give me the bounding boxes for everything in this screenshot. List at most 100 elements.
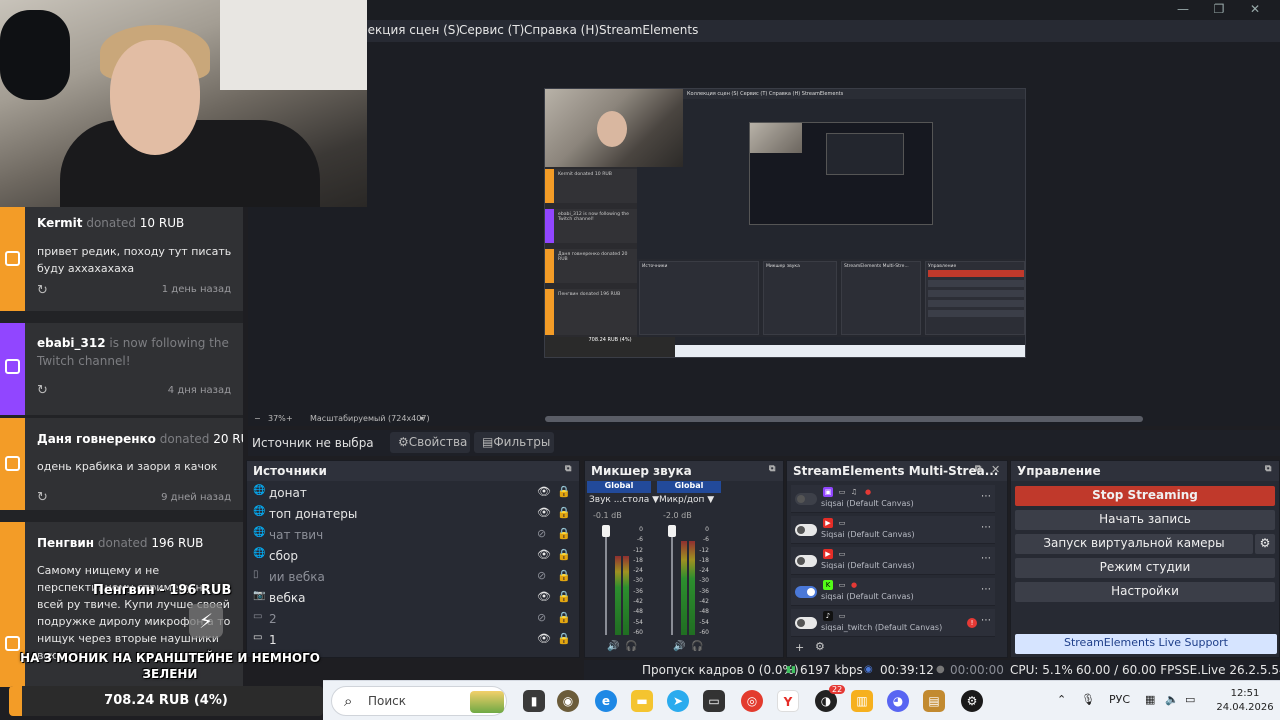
lock-icon[interactable]: 🔒 [557, 548, 571, 561]
preview-scrollbar[interactable] [545, 416, 1143, 422]
se-stream-target: ▣ ▭ ♫ ● siqsai (Default Canvas) ⋯ [791, 485, 995, 513]
bitrate: 6197 kbps [800, 663, 863, 677]
add-icon[interactable]: + [795, 641, 804, 654]
target-toggle[interactable] [795, 586, 817, 598]
chrome-icon[interactable]: ◎ [741, 690, 763, 712]
source-item[interactable]: 🌐 донат 👁 🔒 [251, 483, 577, 504]
steam-icon[interactable]: ⚙ [961, 690, 983, 712]
file-explorer-icon[interactable]: ▬ [631, 690, 653, 712]
lock-icon[interactable]: 🔒 [557, 485, 571, 498]
edge-icon[interactable]: e [595, 690, 617, 712]
app-icon[interactable]: ▥ [851, 690, 873, 712]
speaker-icon[interactable]: 🔊 [607, 641, 619, 652]
app-icon[interactable]: ◉ [557, 690, 579, 712]
eye-icon[interactable]: 👁 [537, 548, 551, 561]
more-icon[interactable]: ⋯ [981, 522, 991, 533]
headphones-icon[interactable]: 🎧 [625, 641, 637, 652]
volume-fader[interactable] [605, 525, 607, 635]
lock-icon[interactable]: 🔒 [557, 527, 571, 540]
chevron-down-icon[interactable]: ▾ [420, 414, 424, 423]
replay-icon[interactable]: ↻ [37, 283, 48, 298]
volume-icon[interactable]: 🔈 [1165, 693, 1179, 706]
target-toggle[interactable] [795, 555, 817, 567]
menu-help[interactable]: Справка (H) [524, 23, 599, 37]
language-indicator[interactable]: РУС [1109, 693, 1130, 706]
virtual-camera-button[interactable]: Запуск виртуальной камеры [1015, 534, 1253, 554]
lock-icon[interactable]: 🔒 [557, 590, 571, 603]
target-toggle[interactable] [795, 524, 817, 536]
volume-fader-knob[interactable] [602, 525, 610, 537]
target-toggle[interactable] [795, 493, 817, 505]
chevron-up-icon[interactable]: ⌃ [1057, 693, 1066, 706]
dropped-frames: Пропуск кадров 0 (0.0%) [642, 663, 799, 677]
source-item[interactable]: ▭ 2 ⊘ 🔒 [251, 609, 577, 630]
discord-icon[interactable]: ◕ [887, 690, 909, 712]
maximize-icon[interactable]: ❐ [1204, 2, 1234, 16]
eye-hidden-icon[interactable]: ⊘ [537, 527, 546, 540]
replay-icon[interactable]: ↻ [37, 383, 48, 398]
zoom-out-icon[interactable]: − [254, 414, 261, 423]
eye-icon[interactable]: 👁 [537, 485, 551, 498]
scale-mode[interactable]: Масштабируемый (724x407) [310, 414, 430, 423]
dock-float-icon[interactable]: ⧉ [1265, 464, 1271, 474]
donationalerts-icon [5, 456, 20, 471]
filters-button[interactable]: ▤Фильтры [474, 432, 554, 453]
virtual-camera-settings[interactable]: ⚙ [1255, 534, 1275, 554]
se-live-support-button[interactable]: StreamElements Live Support [1015, 634, 1277, 654]
lock-icon[interactable]: 🔒 [557, 632, 571, 645]
battery-icon[interactable]: ▭ [1185, 693, 1195, 706]
lock-icon[interactable]: 🔒 [557, 611, 571, 624]
source-item[interactable]: 🌐 сбор 👁 🔒 [251, 546, 577, 567]
wifi-icon[interactable]: ▦ [1145, 693, 1155, 706]
source-item[interactable]: 📷 вебка 👁 🔒 [251, 588, 577, 609]
menu-scene-collection[interactable]: лекция сцен (S) [360, 23, 460, 37]
volume-fader-knob[interactable] [668, 525, 676, 537]
close-icon[interactable]: ✕ [991, 463, 1000, 476]
eye-hidden-icon[interactable]: ⊘ [537, 611, 546, 624]
dock-float-icon[interactable]: ⧉ [565, 464, 571, 474]
gear-icon[interactable]: ⚙ [815, 640, 825, 653]
webcam-overlay [0, 0, 367, 207]
source-item[interactable]: 🌐 чат твич ⊘ 🔒 [251, 525, 577, 546]
source-item[interactable]: ▯ ии вебка ⊘ 🔒 [251, 567, 577, 588]
speaker-icon[interactable]: 🔊 [673, 641, 685, 652]
studio-mode-button[interactable]: Режим студии [1015, 558, 1275, 578]
zoom-in-icon[interactable]: + [286, 414, 293, 423]
settings-button[interactable]: Настройки [1015, 582, 1275, 602]
source-item[interactable]: 🌐 топ донатеры 👁 🔒 [251, 504, 577, 525]
volume-fader[interactable] [671, 525, 673, 635]
mic-icon[interactable]: 🎙 [1081, 693, 1095, 706]
lock-icon[interactable]: 🔒 [557, 569, 571, 582]
menu-streamelements[interactable]: StreamElements [599, 23, 698, 37]
telegram-icon[interactable]: ➤ [667, 690, 689, 712]
eye-icon[interactable]: 👁 [537, 632, 551, 645]
replay-icon[interactable]: ↻ [37, 490, 48, 505]
lock-icon[interactable]: 🔒 [557, 506, 571, 519]
dock-float-icon[interactable]: ⧉ [975, 464, 981, 474]
search-box[interactable]: ⌕ Поиск [331, 686, 507, 716]
close-icon[interactable]: ✕ [1240, 2, 1270, 16]
clock[interactable]: 12:51 24.04.2026 [1215, 687, 1275, 715]
eye-hidden-icon[interactable]: ⊘ [537, 569, 546, 582]
more-icon[interactable]: ⋯ [981, 615, 991, 626]
folder-icon[interactable]: ▤ [923, 690, 945, 712]
dock-float-icon[interactable]: ⧉ [769, 464, 775, 474]
eye-icon[interactable]: 👁 [537, 506, 551, 519]
chevron-down-icon[interactable]: ▼ [707, 495, 714, 505]
scene-preview[interactable]: Коллекция сцен (S) Сервис (T) Справка (H… [544, 88, 1026, 358]
minimize-icon[interactable]: — [1168, 2, 1198, 16]
start-recording-button[interactable]: Начать запись [1015, 510, 1275, 530]
source-item[interactable]: ▭ 1 👁 🔒 [251, 630, 577, 651]
stop-streaming-button[interactable]: Stop Streaming [1015, 486, 1275, 506]
headphones-icon[interactable]: 🎧 [691, 641, 703, 652]
properties-button[interactable]: ⚙Свойства [390, 432, 470, 453]
terminal-icon[interactable]: ▭ [703, 690, 725, 712]
more-icon[interactable]: ⋯ [981, 553, 991, 564]
task-view-icon[interactable]: ▮ [523, 690, 545, 712]
yandex-browser-icon[interactable]: Y [777, 690, 799, 712]
menu-tools[interactable]: Сервис (T) [459, 23, 524, 37]
more-icon[interactable]: ⋯ [981, 584, 991, 595]
target-toggle[interactable] [795, 617, 817, 629]
eye-icon[interactable]: 👁 [537, 590, 551, 603]
more-icon[interactable]: ⋯ [981, 491, 991, 502]
